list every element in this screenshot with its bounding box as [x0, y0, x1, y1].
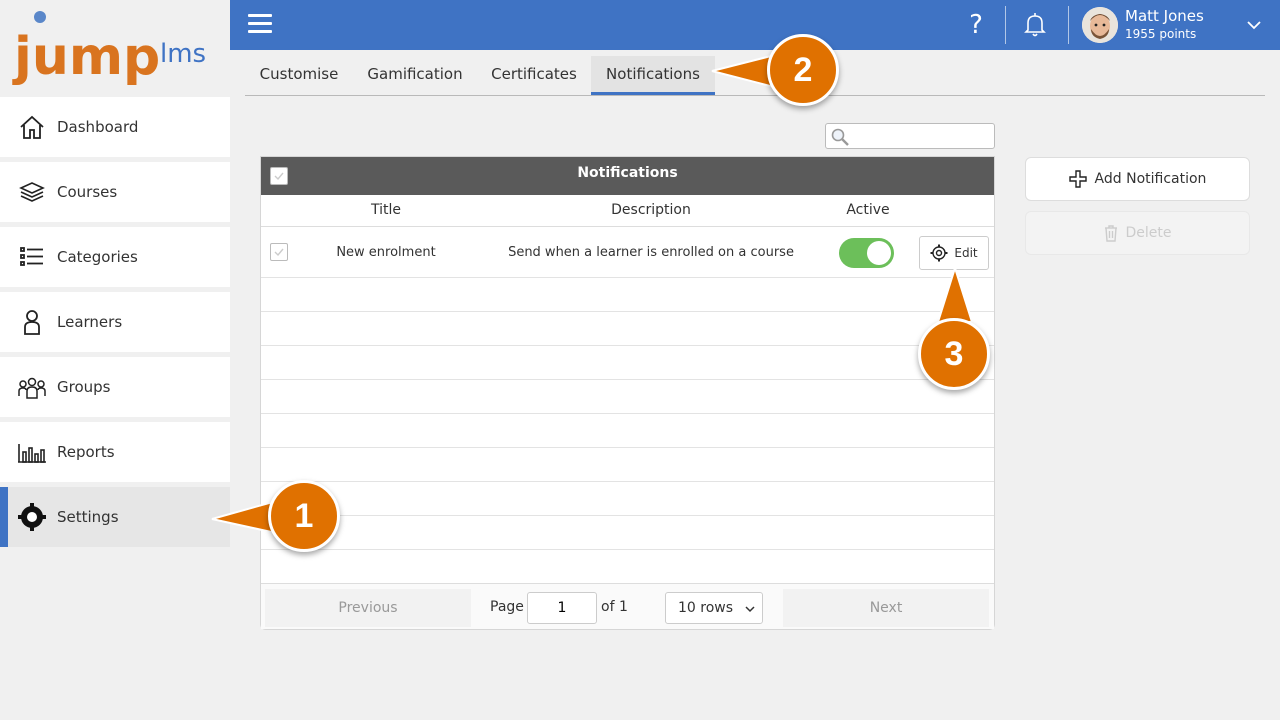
callout-step-1: 1	[268, 480, 340, 552]
callout-pointers	[211, 53, 974, 537]
callout-step-3: 3	[918, 318, 990, 390]
callout-step-2: 2	[767, 34, 839, 106]
